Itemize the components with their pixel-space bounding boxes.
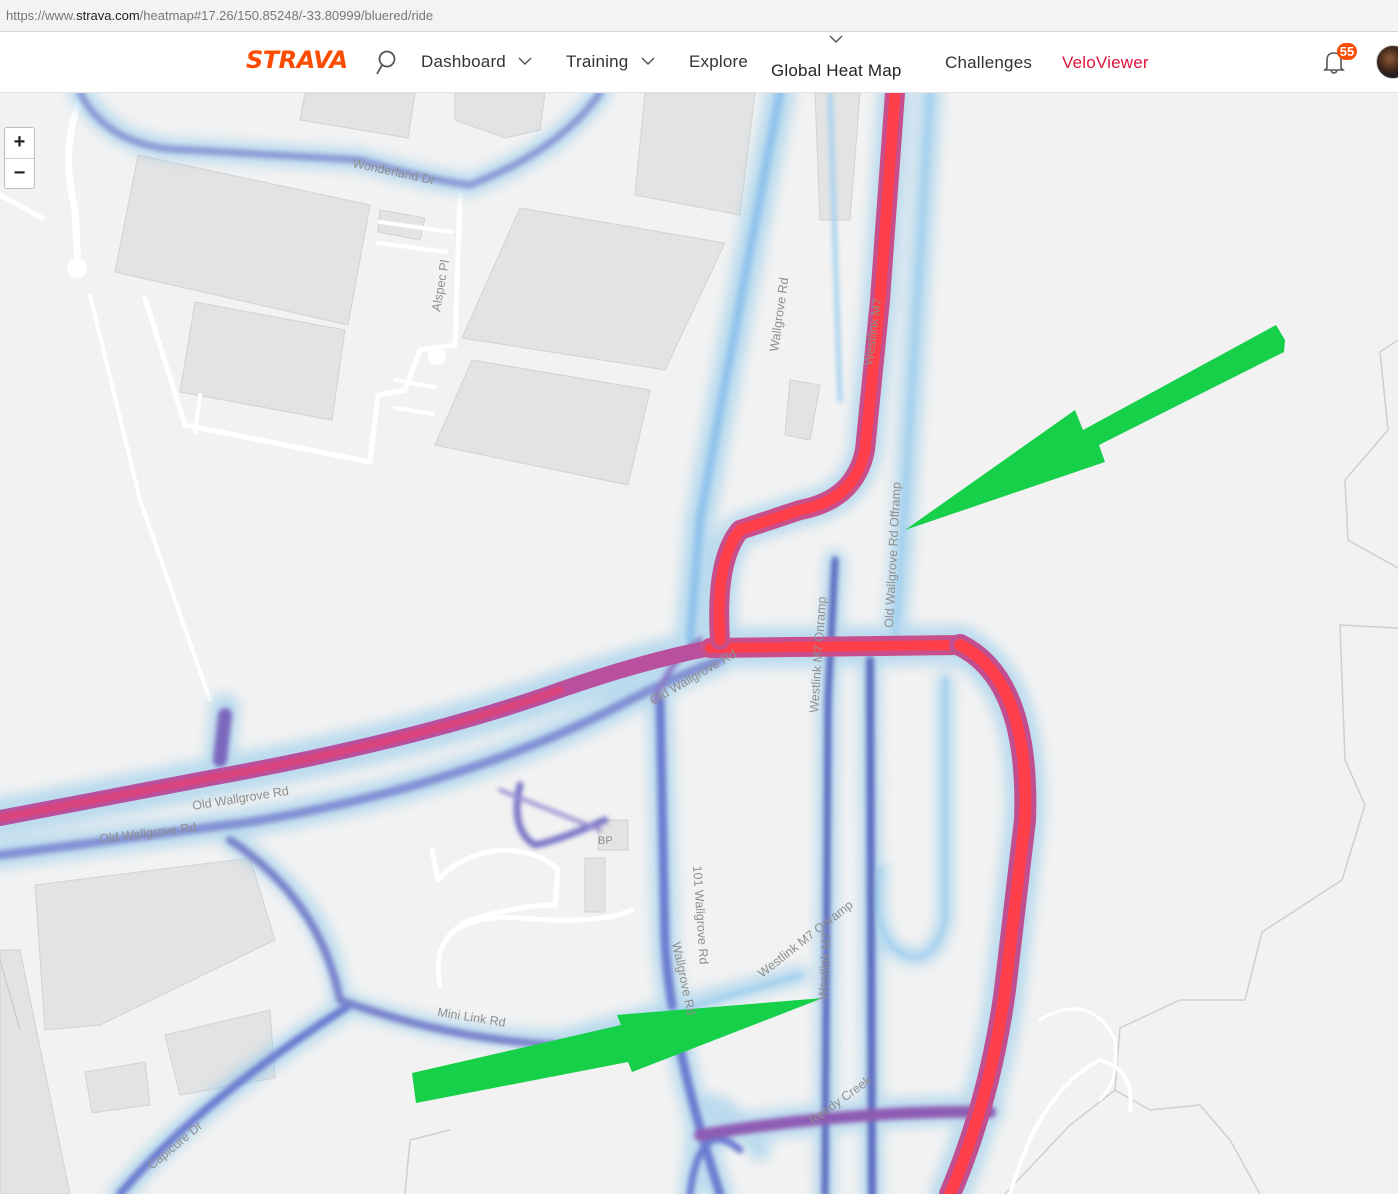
- nav-training[interactable]: Training: [566, 52, 628, 72]
- chevron-down-icon[interactable]: [829, 35, 843, 44]
- nav-global-heat-map[interactable]: Global Heat Map: [771, 61, 902, 81]
- url-scheme: https://www.: [6, 8, 77, 23]
- avatar[interactable]: [1376, 45, 1398, 79]
- zoom-control: + −: [4, 127, 35, 189]
- heatmap-canvas[interactable]: Wonderland Dr Alspec Pl Wallgrove Rd Wes…: [0, 93, 1398, 1194]
- notification-badge[interactable]: 55: [1337, 43, 1357, 60]
- nav-explore[interactable]: Explore: [689, 52, 748, 72]
- strava-logo[interactable]: STRAVA: [246, 46, 348, 74]
- url-host: strava.com: [76, 8, 140, 23]
- strava-top-navigation: STRAVA Dashboard Training Explore Global…: [0, 32, 1398, 93]
- url-path: /heatmap#17.26/150.85248/-33.80999/bluer…: [139, 8, 434, 23]
- zoom-out-button[interactable]: −: [5, 159, 34, 189]
- nav-dashboard[interactable]: Dashboard: [421, 52, 506, 72]
- chevron-down-icon[interactable]: [641, 57, 655, 66]
- poi-label: BP: [598, 835, 613, 847]
- url-text[interactable]: https://www.strava.com/heatmap#17.26/150…: [6, 8, 433, 23]
- nav-challenges[interactable]: Challenges: [945, 53, 1032, 73]
- heatmap-map[interactable]: Wonderland Dr Alspec Pl Wallgrove Rd Wes…: [0, 93, 1398, 1194]
- chevron-down-icon[interactable]: [518, 57, 532, 66]
- zoom-in-button[interactable]: +: [5, 128, 34, 159]
- nav-veloviewer[interactable]: VeloViewer: [1062, 53, 1149, 73]
- search-icon[interactable]: [375, 50, 397, 76]
- browser-address-bar[interactable]: https://www.strava.com/heatmap#17.26/150…: [0, 0, 1398, 32]
